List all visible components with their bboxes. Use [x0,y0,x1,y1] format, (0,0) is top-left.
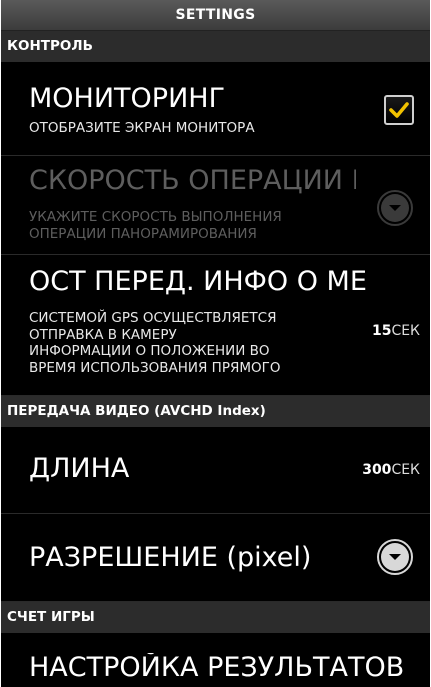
page-title: SETTINGS [175,7,256,23]
checkmark-icon [389,102,409,118]
section-header-video: ПЕРЕДАЧА ВИДЕО (AVCHD Index) [1,396,430,427]
setting-row-monitoring[interactable]: МОНИТОРИНГ ОТОБРАЗИТЕ ЭКРАН МОНИТОРА [1,62,430,156]
section-label: СЧЕТ ИГРЫ [7,609,95,625]
description-line: ОТПРАВКА В КАМЕРУ [29,326,177,343]
setting-description: СИСТЕМОЙ GPS ОСУЩЕСТВЛЯЕТСЯ ОТПРАВКА В К… [29,310,280,376]
chevron-down-icon [377,190,413,226]
section-label: ПЕРЕДАЧА ВИДЕО (AVCHD Index) [7,403,266,419]
setting-title: МОНИТОРИНГ [29,84,226,114]
monitoring-checkbox[interactable] [384,95,414,125]
description-line: ВРЕМЯ ИСПОЛЬЗОВАНИЯ ПРЯМОГО [29,359,281,376]
description-line: ОПЕРАЦИИ ПАНОРАМИРОВАНИЯ [29,225,257,242]
section-header-score: СЧЕТ ИГРЫ [1,602,430,633]
setting-row-operation-speed: СКОРОСТЬ ОПЕРАЦИИ П УКАЖИТЕ СКОРОСТЬ ВЫП… [1,156,430,255]
setting-title: НАСТРОЙКА РЕЗУЛЬТАТОВ [29,653,405,683]
value-unit: СЕК [391,462,420,478]
setting-value: 15СЕК [372,323,420,339]
setting-title: РАЗРЕШЕНИЕ (pixel) [29,543,312,573]
description-line: ИНФОРМАЦИИ О ПОЛОЖЕНИИ ВО [29,343,270,359]
value-number: 300 [362,462,392,478]
setting-title: ОСТ ПЕРЕД. ИНФО О МЕ [29,267,367,297]
value-number: 15 [371,323,392,339]
setting-title: СКОРОСТЬ ОПЕРАЦИИ П [29,166,356,196]
section-header-control: КОНТРОЛЬ [1,31,430,62]
setting-row-length[interactable]: ДЛИНА 300СЕК [1,427,430,514]
setting-row-resolution[interactable]: РАЗРЕШЕНИЕ (pixel) [1,514,430,602]
setting-value: 300СЕК [362,462,420,478]
description-line: СИСТЕМОЙ GPS ОСУЩЕСТВЛЯЕТСЯ [29,310,277,326]
setting-description: ОТОБРАЗИТЕ ЭКРАН МОНИТОРА [29,120,255,136]
setting-row-score-setup[interactable]: НАСТРОЙКА РЕЗУЛЬТАТОВ [1,633,430,687]
value-unit: СЕК [391,323,420,339]
setting-row-gps-info[interactable]: ОСТ ПЕРЕД. ИНФО О МЕ СИСТЕМОЙ GPS ОСУЩЕС… [1,255,430,396]
chevron-down-icon[interactable] [377,539,413,575]
description-line: УКАЖИТЕ СКОРОСТЬ ВЫПОЛНЕНИЯ [29,209,282,225]
settings-screen: SETTINGS КОНТРОЛЬ МОНИТОРИНГ ОТОБРАЗИТЕ … [1,0,430,687]
setting-title: ДЛИНА [29,454,130,484]
setting-description: УКАЖИТЕ СКОРОСТЬ ВЫПОЛНЕНИЯ ОПЕРАЦИИ ПАН… [29,209,282,242]
section-label: КОНТРОЛЬ [7,38,93,54]
title-bar: SETTINGS [1,0,430,31]
